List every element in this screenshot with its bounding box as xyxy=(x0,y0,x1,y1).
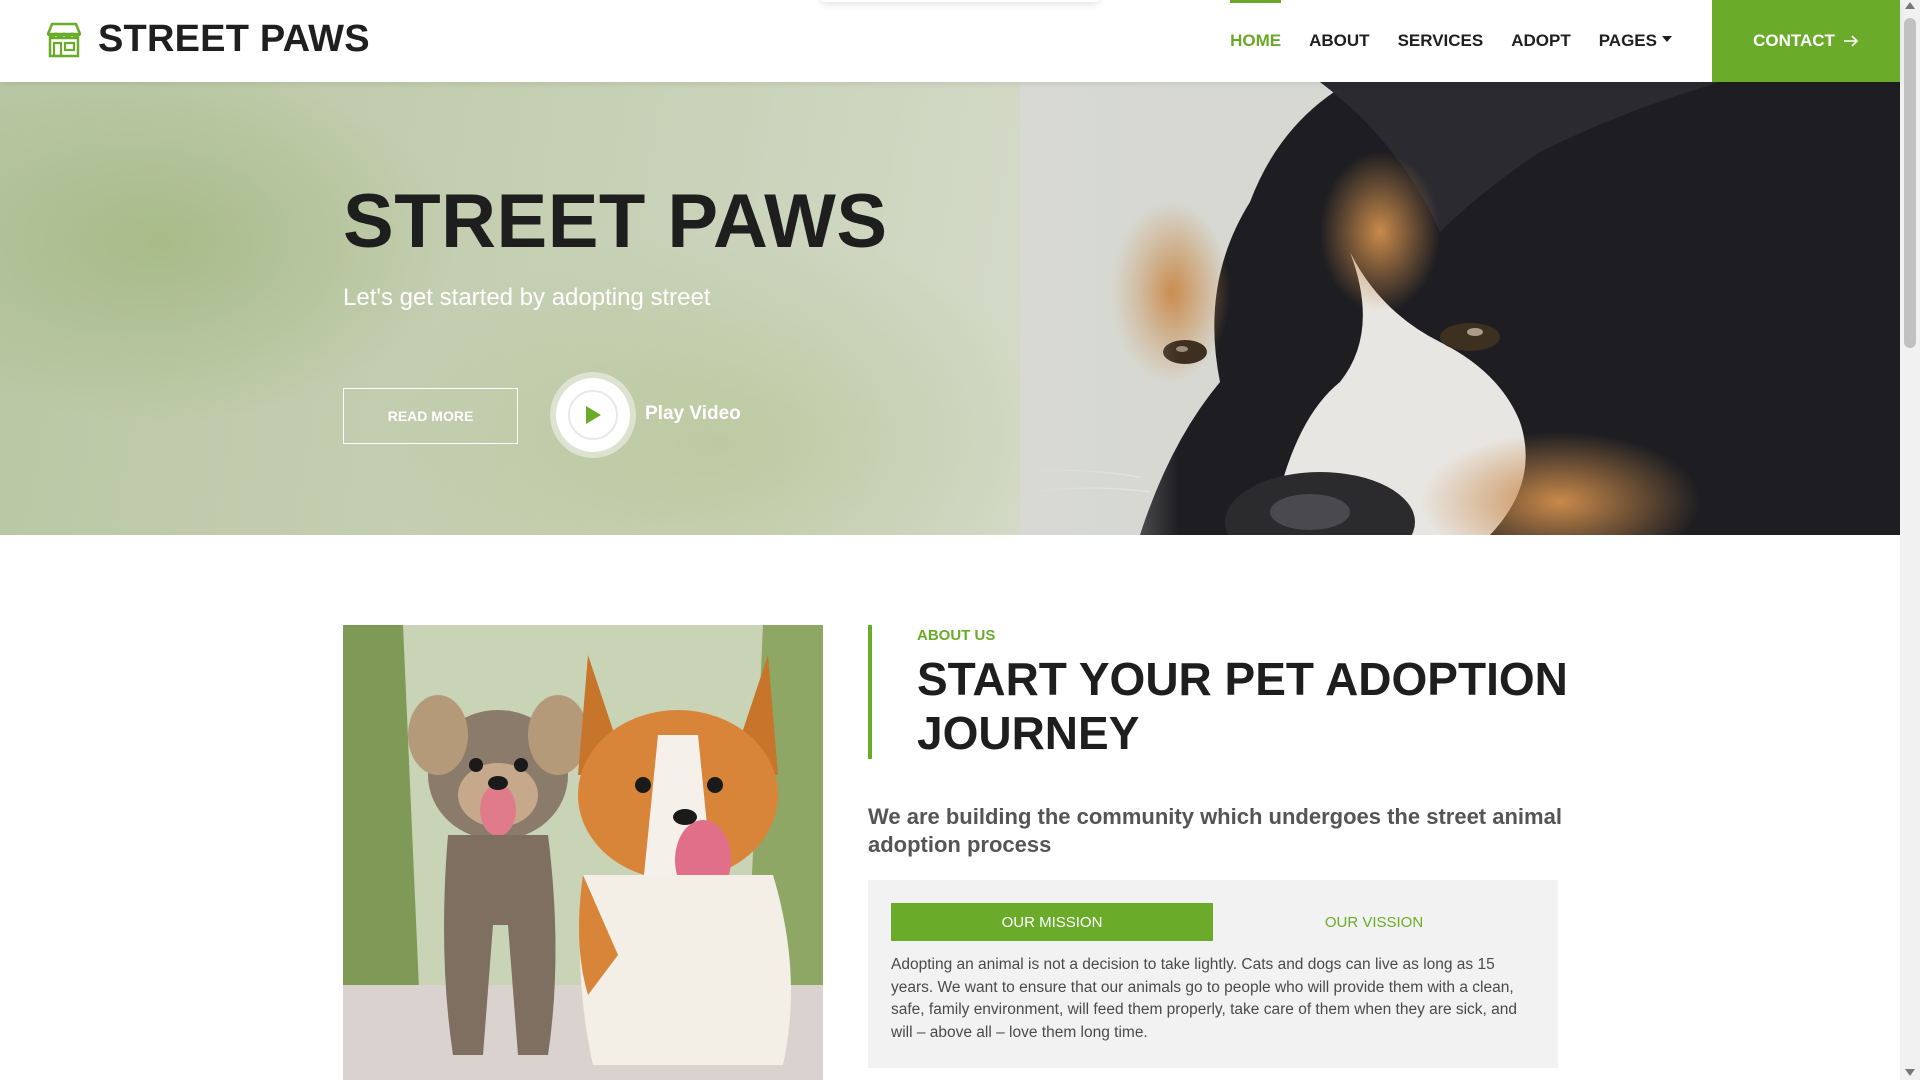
nav-about[interactable]: ABOUT xyxy=(1309,0,1369,82)
two-dogs-illustration xyxy=(343,625,823,1080)
play-video-link[interactable]: Play Video xyxy=(645,403,741,425)
brand-logo[interactable]: STREET PAWS xyxy=(44,18,370,61)
play-video-button[interactable] xyxy=(556,378,630,452)
about-title: START YOUR PET ADOPTION JOURNEY xyxy=(917,653,1568,759)
navbar: STREET PAWS HOME ABOUT SERVICES ADOPT PA… xyxy=(0,0,1900,82)
scrollbar-thumb[interactable] xyxy=(1904,18,1916,348)
nav-services[interactable]: SERVICES xyxy=(1398,0,1484,82)
play-button-ring xyxy=(568,390,618,440)
about-lead-text: We are building the community which unde… xyxy=(868,804,1562,857)
read-more-button[interactable]: READ MORE xyxy=(343,388,518,444)
mission-vision-tabs: OUR MISSION OUR VISSION Adopting an anim… xyxy=(868,880,1558,1068)
main-nav: HOME ABOUT SERVICES ADOPT PAGES xyxy=(1230,0,1672,82)
contact-label: CONTACT xyxy=(1753,31,1835,50)
about-heading-block: ABOUT US START YOUR PET ADOPTION JOURNEY xyxy=(868,625,1568,759)
hero-section: STREET PAWS Let's get started by adoptin… xyxy=(0,82,1900,535)
hero-subtitle: Let's get started by adopting street xyxy=(343,284,711,311)
play-icon xyxy=(586,406,601,424)
tab-content-text: Adopting an animal is not a decision to … xyxy=(891,956,1518,1041)
tab-our-vision[interactable]: OUR VISSION xyxy=(1213,903,1535,941)
hero-dog-image xyxy=(1020,82,1900,535)
hero-title: STREET PAWS xyxy=(343,179,888,264)
contact-button[interactable]: CONTACT xyxy=(1712,0,1900,82)
tab-our-mission[interactable]: OUR MISSION xyxy=(891,903,1213,941)
tooltip-shadow xyxy=(820,0,1100,2)
about-dogs-image xyxy=(343,625,823,1080)
nav-pages-label: PAGES xyxy=(1598,31,1657,50)
nav-home[interactable]: HOME xyxy=(1230,0,1282,82)
caret-down-icon xyxy=(1662,36,1672,42)
scroll-down-arrow-icon[interactable] xyxy=(1905,1069,1915,1076)
scroll-up-arrow-icon[interactable] xyxy=(1905,2,1915,9)
nav-pages-dropdown[interactable]: PAGES xyxy=(1599,0,1672,82)
nav-adopt[interactable]: ADOPT xyxy=(1511,0,1571,82)
arrow-right-icon xyxy=(1843,35,1859,47)
brand-name: STREET PAWS xyxy=(98,18,370,60)
storefront-icon xyxy=(46,22,82,57)
about-kicker: ABOUT US xyxy=(917,627,996,644)
page-scrollbar[interactable] xyxy=(1900,0,1920,1080)
